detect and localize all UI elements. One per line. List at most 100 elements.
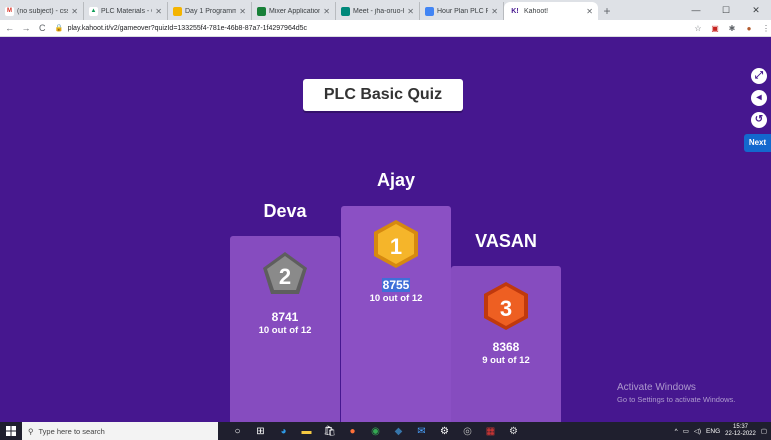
first-place-score: 8755 [341,278,451,292]
activate-windows-watermark: Activate Windows Go to Settings to activ… [617,382,735,404]
tab-mixer-application[interactable]: Mixer Application ✕ [252,2,336,20]
first-place-score-text: 8755 [381,278,411,292]
next-button[interactable]: Next [744,134,771,152]
third-place-name: VASAN [475,231,537,251]
close-window-icon[interactable]: ✕ [741,0,771,20]
exit-icon[interactable]: ↺ [751,112,767,128]
file-explorer-icon[interactable]: ▬ [295,422,318,440]
lock-icon[interactable]: 🔒 [55,24,64,32]
url-text: play.kahoot.it/v2/gameover?quizId=133255… [67,24,308,32]
first-place-correct: 10 out of 12 [369,293,423,304]
puzzle-extensions-icon[interactable]: ✱ [727,24,737,33]
gmail-icon: M [5,6,14,16]
mixer-icon [257,6,266,16]
maximize-icon[interactable]: ☐ [711,0,741,20]
kahoot-podium-stage: PLC Basic Quiz ⤢ ◂ ↺ Next Deva 2 8741 10… [0,38,771,422]
watermark-subtitle: Go to Settings to activate Windows. [617,395,736,404]
fullscreen-icon[interactable]: ⤢ [751,68,767,84]
taskbar-search-input[interactable]: ⚲ Type here to search [22,422,218,440]
new-tab-button[interactable]: + [598,2,616,20]
tab-label: Day 1 Programming [185,7,236,15]
firefox-icon[interactable]: ● [341,422,364,440]
search-icon: ⚲ [28,426,34,436]
search-placeholder: Type here to search [38,426,105,436]
gold-rank-text: 1 [390,234,402,259]
python-icon[interactable]: ◆ [387,422,410,440]
system-tray: ^ ▭ ◁) ENG 15:37 22-12-2022 ▢ [675,422,771,440]
tab-label: (no subject) - css [17,7,69,15]
tab-label: Kahoot! [524,7,549,15]
close-tab-icon[interactable]: ✕ [323,7,330,16]
close-tab-icon[interactable]: ✕ [155,7,162,16]
app-icon[interactable]: ◎ [456,422,479,440]
edge-icon[interactable]: ◕ [272,422,295,440]
tab-label: PLC Materials - Go [101,7,152,15]
bookmark-star-icon[interactable]: ☆ [693,24,703,33]
browser-tab-strip: M (no subject) - css ✕ ▲ PLC Materials -… [0,0,771,20]
silver-rank-text: 2 [279,264,291,289]
extension-icons: ☆ ▣ ✱ ● ⋮ [693,24,771,33]
store-icon[interactable]: 🛍 [318,422,341,440]
notification-icon[interactable]: ▢ [761,427,767,435]
quiz-title: PLC Basic Quiz [303,79,463,111]
reload-icon[interactable]: C [36,23,49,33]
tab-label: Hour Plan PLC Pro [437,7,488,15]
tab-kahoot[interactable]: K! Kahoot! ✕ [504,2,598,20]
close-tab-icon[interactable]: ✕ [407,7,414,16]
slides-icon [173,6,182,16]
tab-gmail[interactable]: M (no subject) - css ✕ [0,2,84,20]
first-place-podium: 1 8755 10 out of 12 [341,206,451,422]
back-icon[interactable]: ← [3,23,16,33]
minimize-icon[interactable]: — [681,0,711,20]
meet-icon [341,6,350,16]
kahoot-icon: K! [511,7,519,15]
third-place-podium: 3 8368 9 out of 12 [451,266,561,422]
task-view-icon[interactable]: ⊞ [249,422,272,440]
tab-plc-materials[interactable]: ▲ PLC Materials - Go ✕ [84,2,168,20]
tab-hour-plan[interactable]: Hour Plan PLC Pro ✕ [420,2,504,20]
windows-taskbar: ⚲ Type here to search ○ ⊞ ◕ ▬ 🛍 ● ◉ ◆ ✉ … [0,422,771,440]
app-icon-red[interactable]: ▦ [479,422,502,440]
second-place-correct: 10 out of 12 [258,325,312,336]
cortana-icon[interactable]: ○ [226,422,249,440]
mail-icon[interactable]: ✉ [410,422,433,440]
tab-label: Mixer Application [269,7,321,15]
watermark-title: Activate Windows [617,382,696,393]
window-controls: — ☐ ✕ [681,0,771,20]
menu-kebab-icon[interactable]: ⋮ [761,24,771,33]
third-place-score: 8368 [492,340,520,354]
address-bar-row: ← → C 🔒 play.kahoot.it/v2/gameover?quizI… [0,20,771,37]
clock-time: 15:37 [732,424,748,430]
taskbar-clock[interactable]: 15:37 22-12-2022 [725,424,756,438]
volume-icon[interactable]: ◁) [694,427,701,435]
chevron-up-icon[interactable]: ^ [675,428,678,435]
chrome-icon[interactable]: ◉ [364,422,387,440]
forward-icon[interactable]: → [19,23,32,33]
settings-gear-icon[interactable]: ⚙ [433,422,456,440]
bronze-medal-icon: 3 [484,282,528,330]
gold-medal-icon: 1 [374,220,418,268]
close-tab-icon[interactable]: ✕ [239,7,246,16]
first-place-name: Ajay [376,170,416,190]
docs-icon [425,6,434,16]
close-tab-icon[interactable]: ✕ [71,7,78,16]
silver-medal-icon: 2 [263,252,307,294]
windows-start-icon[interactable] [0,422,22,440]
network-icon[interactable]: ▭ [683,427,689,435]
clock-date: 22-12-2022 [725,431,756,437]
drive-icon: ▲ [89,6,98,16]
second-place-name: Deva [263,201,307,221]
language-indicator[interactable]: ENG [706,428,720,435]
tab-label: Meet - jha-oruo-h [353,7,405,15]
close-tab-icon[interactable]: ✕ [491,7,498,16]
second-place-podium: 2 8741 10 out of 12 [230,236,340,422]
extension-icon[interactable]: ▣ [710,24,720,33]
profile-avatar-icon[interactable]: ● [744,24,754,33]
third-place-correct: 9 out of 12 [482,355,530,366]
sound-icon[interactable]: ◂ [751,90,767,106]
tab-day1-programming[interactable]: Day 1 Programming ✕ [168,2,252,20]
url-field[interactable]: 🔒 play.kahoot.it/v2/gameover?quizId=1332… [55,22,691,35]
tab-meet[interactable]: Meet - jha-oruo-h ✕ [336,2,420,20]
close-tab-icon[interactable]: ✕ [586,7,593,16]
settings-icon[interactable]: ⚙ [502,422,525,440]
